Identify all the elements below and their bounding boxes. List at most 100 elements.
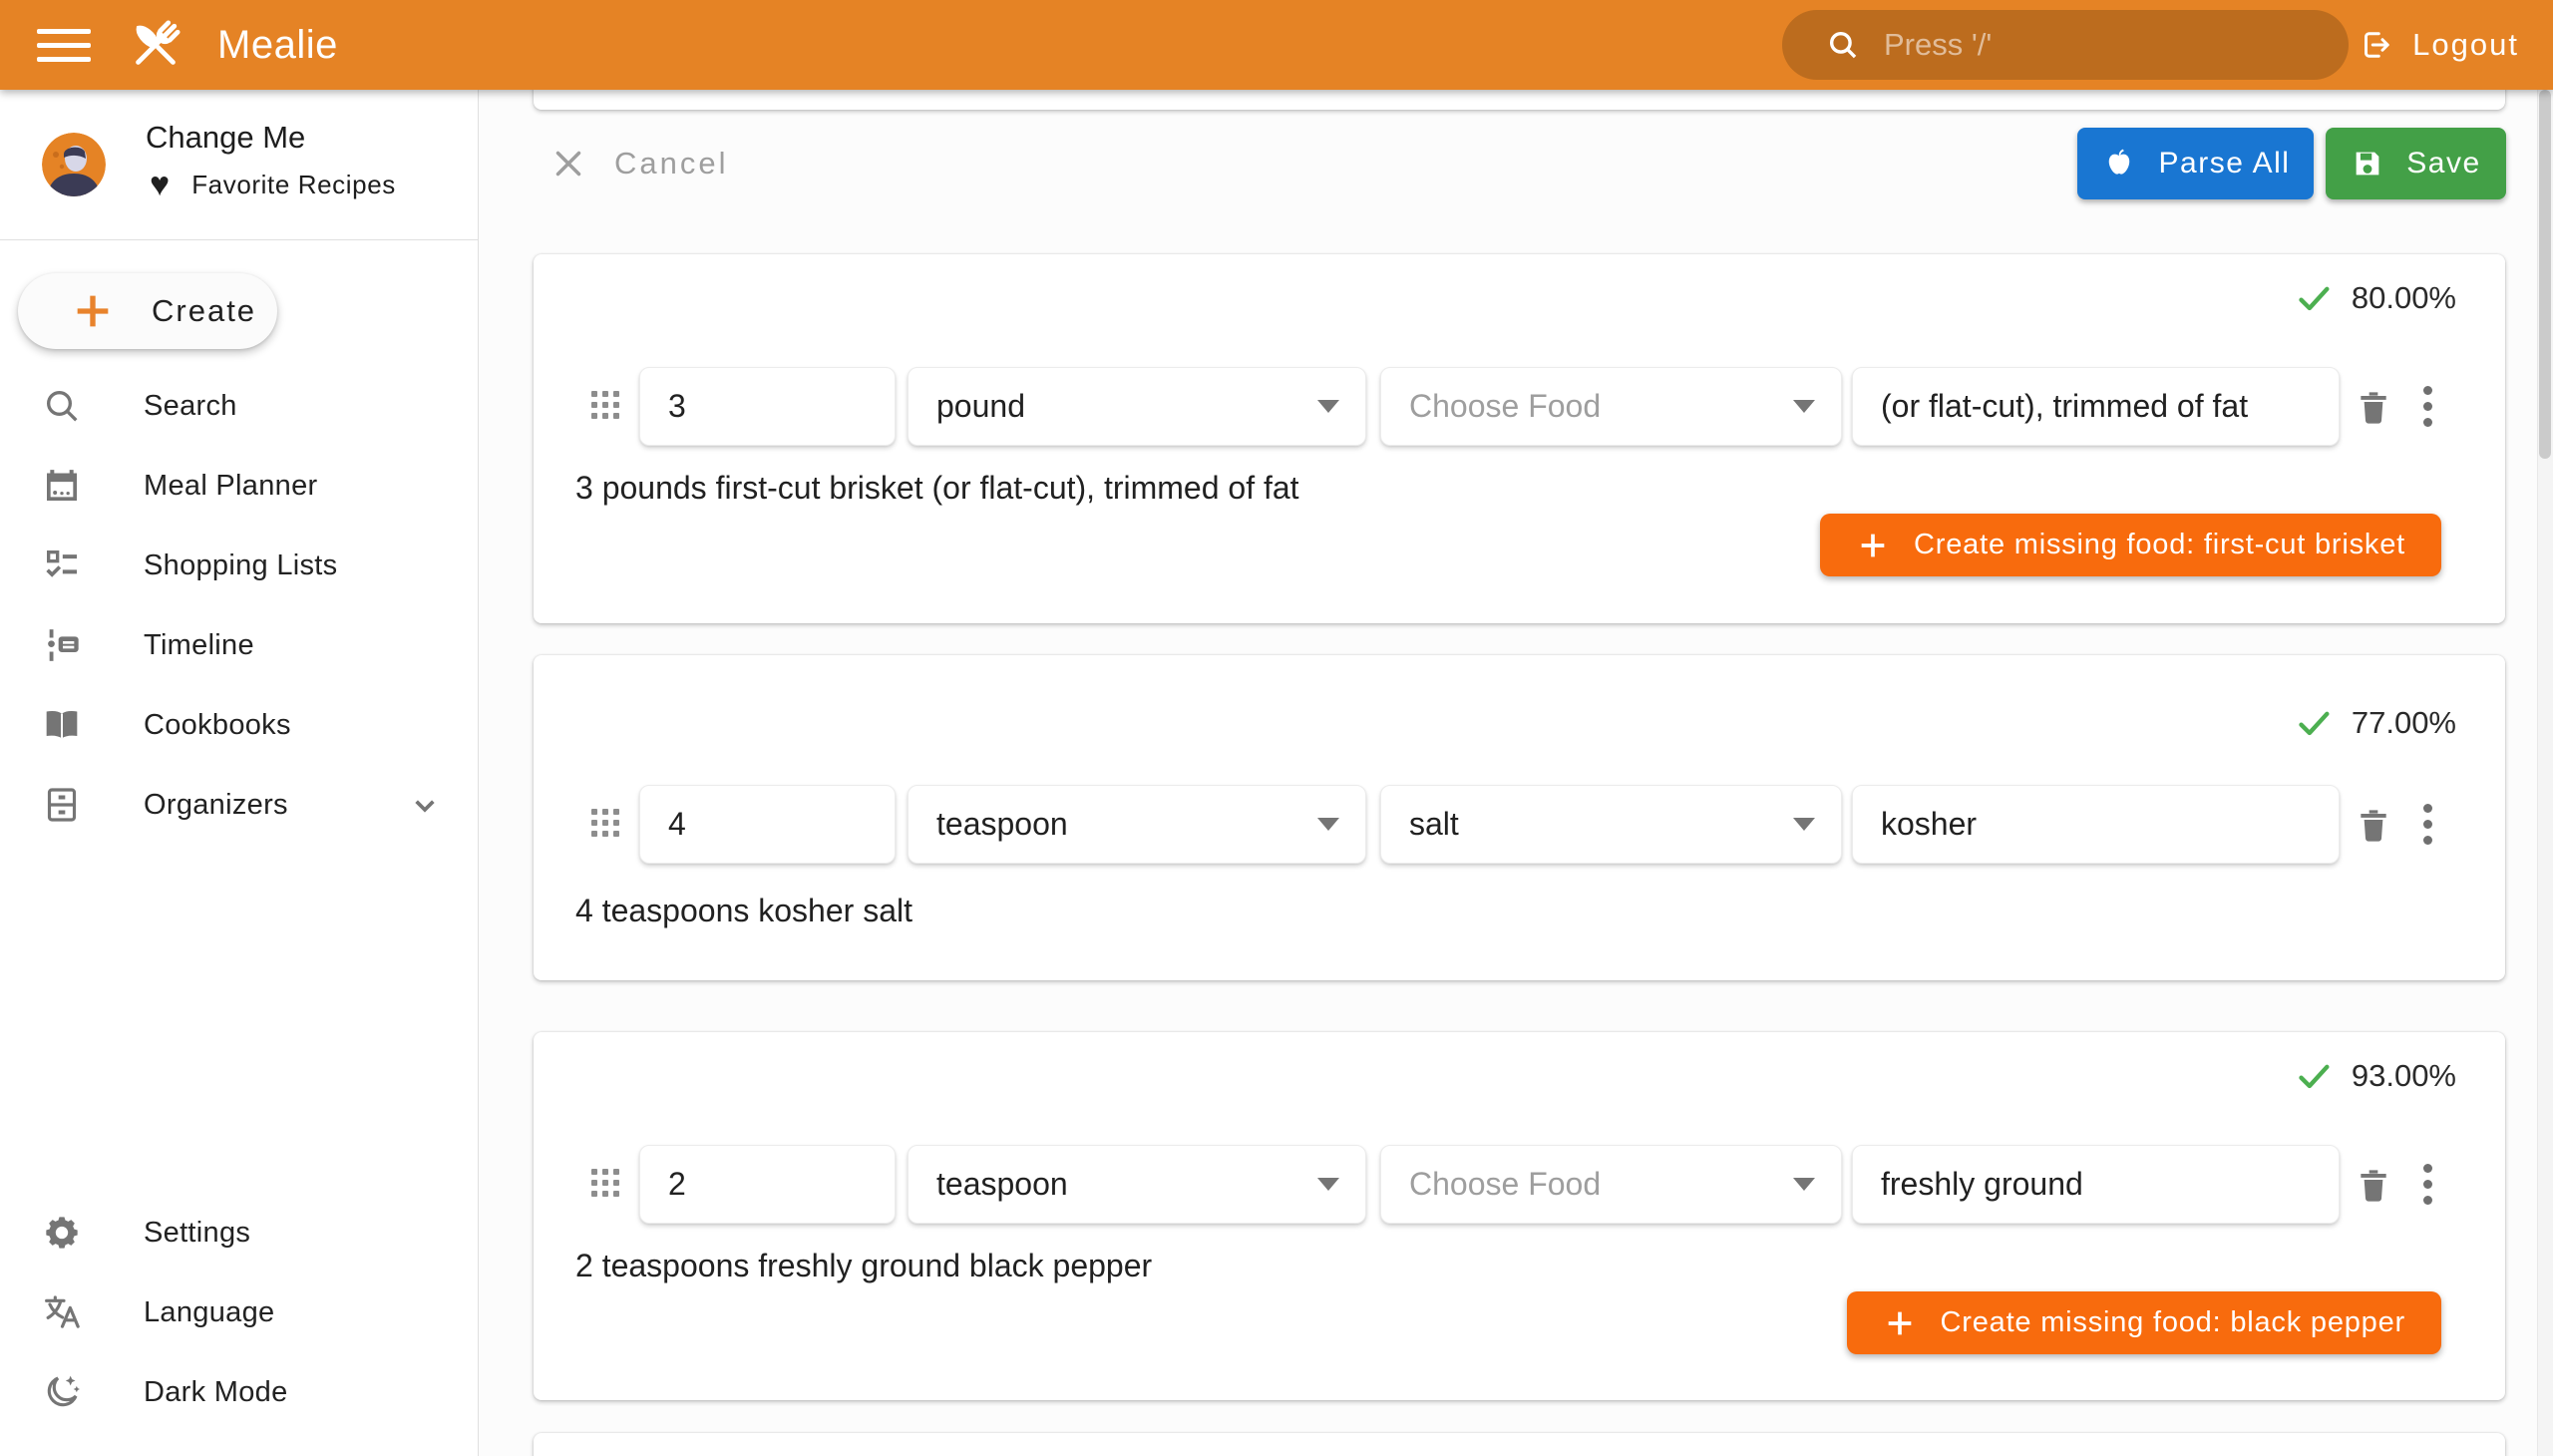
create-button[interactable]: Create — [18, 273, 277, 349]
dropdown-arrow-icon — [1317, 400, 1339, 413]
note-input[interactable] — [1852, 1145, 2340, 1224]
quantity-input[interactable] — [639, 1145, 896, 1224]
save-button[interactable]: Save — [2326, 128, 2506, 199]
drag-handle-icon[interactable] — [591, 391, 623, 423]
sidebar-item-label: Meal Planner — [144, 470, 317, 503]
parse-all-button[interactable]: Parse All — [2077, 128, 2314, 199]
confidence-value: 77.00% — [2352, 705, 2456, 741]
food-select[interactable]: Choose Food — [1380, 1145, 1842, 1224]
search-input[interactable] — [1884, 27, 2319, 63]
sidebar-item-timeline[interactable]: Timeline — [0, 605, 479, 685]
cancel-label: Cancel — [614, 146, 729, 182]
favorite-recipes-link[interactable]: ♥ Favorite Recipes — [150, 168, 396, 201]
dropdown-arrow-icon — [1793, 1178, 1815, 1191]
menu-icon[interactable] — [32, 19, 96, 71]
chevron-down-icon — [405, 785, 445, 825]
food-select[interactable]: salt — [1380, 785, 1842, 864]
check-icon — [2294, 703, 2334, 743]
sidebar-item-settings[interactable]: Settings — [0, 1193, 479, 1273]
kebab-menu-icon[interactable] — [2421, 1157, 2433, 1213]
sidebar-item-meal-planner[interactable]: Meal Planner — [0, 446, 479, 526]
close-icon — [550, 146, 586, 182]
note-input[interactable] — [1852, 367, 2340, 446]
sidebar-item-shopping-lists[interactable]: Shopping Lists — [0, 526, 479, 605]
logout-icon — [2359, 27, 2394, 63]
parse-all-label: Parse All — [2159, 147, 2291, 181]
confidence-indicator: 93.00% — [2294, 1056, 2456, 1096]
sidebar-item-label: Dark Mode — [144, 1376, 288, 1409]
app-title: Mealie — [217, 23, 338, 68]
sidebar-item-language[interactable]: Language — [0, 1273, 479, 1352]
dropdown-arrow-icon — [1317, 1178, 1339, 1191]
ingredient-card: 93.00% teaspoon Choose Food 2 teaspoons … — [534, 1032, 2505, 1400]
create-missing-food-label: Create missing food: black pepper — [1941, 1306, 2405, 1339]
ingredient-card-partial — [534, 1433, 2505, 1456]
sidebar-item-dark-mode[interactable]: Dark Mode — [0, 1352, 479, 1432]
kebab-menu-icon[interactable] — [2421, 797, 2433, 853]
note-input[interactable] — [1852, 785, 2340, 864]
delete-button[interactable] — [2352, 797, 2395, 853]
quantity-input[interactable] — [639, 785, 896, 864]
check-icon — [2294, 1056, 2334, 1096]
sidebar-divider — [0, 239, 479, 240]
dropdown-arrow-icon — [1317, 818, 1339, 831]
mealie-logo-icon — [118, 7, 193, 83]
unit-select[interactable]: teaspoon — [908, 1145, 1366, 1224]
checklist-icon — [40, 544, 84, 587]
sidebar-item-label: Organizers — [144, 789, 288, 822]
sidebar-item-search[interactable]: Search — [0, 366, 479, 446]
delete-button[interactable] — [2352, 379, 2395, 435]
ingredient-fields-row: teaspoon Choose Food — [591, 1145, 2433, 1224]
magnify-icon — [40, 384, 84, 428]
sidebar-item-label: Language — [144, 1296, 274, 1329]
trash-icon — [2354, 1165, 2393, 1205]
drag-handle-icon[interactable] — [591, 1169, 623, 1201]
drag-handle-icon[interactable] — [591, 809, 623, 841]
sidebar-bottom-nav: Settings Language Dark Mode — [0, 1193, 479, 1432]
confidence-value: 93.00% — [2352, 1058, 2456, 1094]
original-ingredient-text: 3 pounds first-cut brisket (or flat-cut)… — [575, 470, 1299, 507]
unit-select[interactable]: teaspoon — [908, 785, 1366, 864]
scrollbar-thumb[interactable] — [2539, 90, 2551, 459]
translate-icon — [40, 1290, 84, 1334]
sidebar-item-cookbooks[interactable]: Cookbooks — [0, 685, 479, 765]
dropdown-arrow-icon — [1793, 400, 1815, 413]
unit-select[interactable]: pound — [908, 367, 1366, 446]
moon-stars-icon — [40, 1370, 84, 1414]
confidence-value: 80.00% — [2352, 280, 2456, 316]
save-icon — [2351, 147, 2384, 181]
dropdown-arrow-icon — [1793, 818, 1815, 831]
gear-icon — [40, 1211, 84, 1255]
sidebar-nav: Search Meal Planner Shopping Lists Timel… — [0, 366, 479, 845]
logout-button[interactable]: Logout — [2341, 0, 2537, 90]
unit-value: pound — [936, 388, 1025, 425]
user-name[interactable]: Change Me — [146, 120, 305, 156]
food-placeholder: Choose Food — [1409, 1166, 1601, 1203]
sidebar-item-label: Cookbooks — [144, 709, 291, 742]
kebab-menu-icon[interactable] — [2421, 379, 2433, 435]
delete-button[interactable] — [2352, 1157, 2395, 1213]
sidebar-item-label: Search — [144, 390, 237, 423]
unit-value: teaspoon — [936, 1166, 1068, 1203]
create-missing-food-label: Create missing food: first-cut brisket — [1914, 529, 2405, 561]
apple-icon — [2101, 146, 2137, 182]
cancel-button[interactable]: Cancel — [550, 134, 729, 193]
food-placeholder: Choose Food — [1409, 388, 1601, 425]
timeline-icon — [40, 623, 84, 667]
cabinet-icon — [40, 783, 84, 827]
quantity-input[interactable] — [639, 367, 896, 446]
confidence-indicator: 80.00% — [2294, 278, 2456, 318]
create-missing-food-button[interactable]: Create missing food: black pepper — [1847, 1291, 2441, 1354]
heart-icon: ♥ — [150, 168, 170, 201]
ingredient-fields-row: teaspoon salt — [591, 785, 2433, 864]
food-select[interactable]: Choose Food — [1380, 367, 1842, 446]
sidebar-item-organizers[interactable]: Organizers — [0, 765, 479, 845]
global-search[interactable] — [1782, 10, 2349, 80]
sidebar-item-label: Shopping Lists — [144, 549, 337, 582]
sidebar-item-label: Settings — [144, 1217, 250, 1250]
create-missing-food-button[interactable]: Create missing food: first-cut brisket — [1820, 514, 2441, 576]
avatar[interactable] — [42, 133, 106, 196]
ingredient-card: 80.00% pound Choose Food 3 pounds first-… — [534, 254, 2505, 623]
favorite-recipes-label: Favorite Recipes — [191, 170, 396, 200]
book-open-icon — [40, 703, 84, 747]
